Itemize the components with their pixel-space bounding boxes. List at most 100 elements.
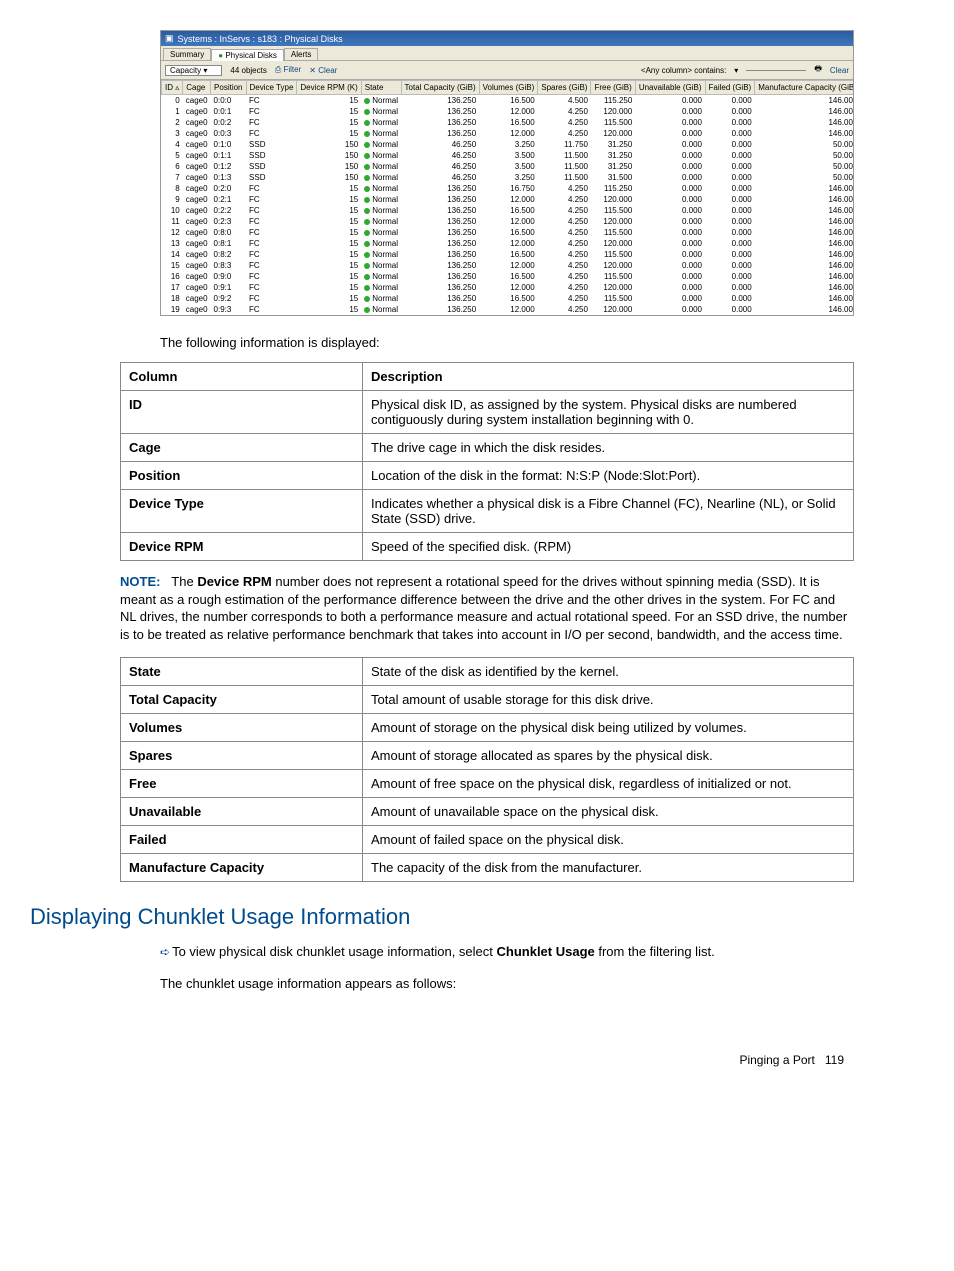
column-description: Physical disk ID, as assigned by the sys… [363,391,854,434]
column-description: Amount of unavailable space on the physi… [363,798,854,826]
table-row[interactable]: 0cage00:0:0FC15Normal136.25016.5004.5001… [162,95,854,107]
table-row[interactable]: 7cage00:1:3SSD150Normal46.2503.25011.500… [162,172,854,183]
table-row[interactable]: 15cage00:8:3FC15Normal136.25012.0004.250… [162,260,854,271]
status-dot-icon [364,175,370,181]
status-dot-icon [364,241,370,247]
grid-header[interactable]: Total Capacity (GiB) [401,81,479,95]
status-dot-icon [364,208,370,214]
tab-summary[interactable]: Summary [163,48,211,60]
column-name: Cage [121,434,363,462]
note-label: NOTE: [120,574,160,589]
status-dot-icon [364,219,370,225]
column-description: Total amount of usable storage for this … [363,686,854,714]
column-name: Spares [121,742,363,770]
table-row: Device RPMSpeed of the specified disk. (… [121,533,854,561]
table-row[interactable]: 5cage00:1:1SSD150Normal46.2503.50011.500… [162,150,854,161]
column-description: The capacity of the disk from the manufa… [363,854,854,882]
table-row[interactable]: 13cage00:8:1FC15Normal136.25012.0004.250… [162,238,854,249]
data-grid: ID ▵CagePositionDevice TypeDevice RPM (K… [161,80,853,315]
tab-bar: Summary ● Physical Disks Alerts [161,46,853,61]
table-row: IDPhysical disk ID, as assigned by the s… [121,391,854,434]
grid-header[interactable]: Device RPM (K) [297,81,361,95]
column-name: ID [121,391,363,434]
table-row: VolumesAmount of storage on the physical… [121,714,854,742]
column-description: State of the disk as identified by the k… [363,658,854,686]
table-row: Device TypeIndicates whether a physical … [121,490,854,533]
column-name: Device RPM [121,533,363,561]
table-row[interactable]: 14cage00:8:2FC15Normal136.25016.5004.250… [162,249,854,260]
window-title: Systems : InServs : s183 : Physical Disk… [178,34,343,44]
status-dot-icon [364,296,370,302]
grid-header[interactable]: Position [211,81,246,95]
table-row[interactable]: 1cage00:0:1FC15Normal136.25012.0004.2501… [162,106,854,117]
table-row[interactable]: 17cage00:9:1FC15Normal136.25012.0004.250… [162,282,854,293]
grid-header[interactable]: Failed (GiB) [705,81,755,95]
status-dot-icon [364,252,370,258]
column-name: Manufacture Capacity [121,854,363,882]
status-dot-icon [364,186,370,192]
grid-header[interactable]: Spares (GiB) [538,81,591,95]
column-name: Position [121,462,363,490]
print-icon[interactable]: 🖶 [814,63,822,77]
table-row[interactable]: 4cage00:1:0SSD150Normal46.2503.25011.750… [162,139,854,150]
column-description-table-2: StateState of the disk as identified by … [120,657,854,882]
capacity-dropdown[interactable]: Capacity ▾ [165,65,222,76]
grid-header[interactable]: Manufacture Capacity (GiB) [755,81,853,95]
column-name: State [121,658,363,686]
col-header-description: Description [363,363,854,391]
table-row: CageThe drive cage in which the disk res… [121,434,854,462]
table-row[interactable]: 19cage00:9:3FC15Normal136.25012.0004.250… [162,304,854,315]
filter-link[interactable]: ⎙ Filter [275,65,301,75]
table-row: UnavailableAmount of unavailable space o… [121,798,854,826]
table-row[interactable]: 9cage00:2:1FC15Normal136.25012.0004.2501… [162,194,854,205]
column-name: Volumes [121,714,363,742]
intro-text: The following information is displayed: [160,334,854,352]
table-row[interactable]: 18cage00:9:2FC15Normal136.25016.5004.250… [162,293,854,304]
status-dot-icon [364,142,370,148]
grid-header[interactable]: ID ▵ [162,81,183,95]
column-description: The drive cage in which the disk resides… [363,434,854,462]
column-description: Amount of failed space on the physical d… [363,826,854,854]
physical-disks-screenshot: ▣ Systems : InServs : s183 : Physical Di… [160,30,854,316]
table-row[interactable]: 2cage00:0:2FC15Normal136.25016.5004.2501… [162,117,854,128]
grid-header[interactable]: State [361,81,401,95]
table-row: SparesAmount of storage allocated as spa… [121,742,854,770]
table-row: StateState of the disk as identified by … [121,658,854,686]
window-title-bar: ▣ Systems : InServs : s183 : Physical Di… [161,31,853,46]
footer-page: 119 [825,1053,844,1067]
page-footer: Pinging a Port 119 [120,1053,854,1067]
bullet-arrow-icon: ➪ [160,944,170,961]
tab-alerts[interactable]: Alerts [284,48,318,60]
table-row[interactable]: 3cage00:0:3FC15Normal136.25012.0004.2501… [162,128,854,139]
status-dot-icon [364,285,370,291]
clear2-link[interactable]: Clear [830,66,849,75]
any-column-label: <Any column> contains: [641,66,726,75]
tab-physical-disks[interactable]: ● Physical Disks [211,49,284,61]
toolbar: Capacity ▾ 44 objects ⎙ Filter ✕ Clear <… [161,61,853,80]
status-dot-icon [364,307,370,313]
status-dot-icon [364,274,370,280]
table-row[interactable]: 10cage00:2:2FC15Normal136.25016.5004.250… [162,205,854,216]
grid-header[interactable]: Volumes (GiB) [479,81,538,95]
grid-header[interactable]: Unavailable (GiB) [635,81,705,95]
table-row[interactable]: 8cage00:2:0FC15Normal136.25016.7504.2501… [162,183,854,194]
column-description: Amount of storage allocated as spares by… [363,742,854,770]
any-column-dropdown-icon[interactable]: ▾ [734,66,738,75]
column-description: Amount of free space on the physical dis… [363,770,854,798]
window-icon: ▣ [165,33,174,44]
filter-input[interactable] [746,70,806,71]
grid-header[interactable]: Cage [183,81,211,95]
status-dot-icon [364,197,370,203]
status-dot-icon [364,230,370,236]
grid-header[interactable]: Device Type [246,81,297,95]
table-row[interactable]: 16cage00:9:0FC15Normal136.25016.5004.250… [162,271,854,282]
table-row[interactable]: 12cage00:8:0FC15Normal136.25016.5004.250… [162,227,854,238]
status-dot-icon [364,153,370,159]
clear-link[interactable]: ✕ Clear [309,66,337,75]
status-dot-icon [364,263,370,269]
table-row: FailedAmount of failed space on the phys… [121,826,854,854]
table-row[interactable]: 11cage00:2:3FC15Normal136.25012.0004.250… [162,216,854,227]
grid-header[interactable]: Free (GiB) [591,81,635,95]
table-row: Total CapacityTotal amount of usable sto… [121,686,854,714]
table-row[interactable]: 6cage00:1:2SSD150Normal46.2503.50011.500… [162,161,854,172]
